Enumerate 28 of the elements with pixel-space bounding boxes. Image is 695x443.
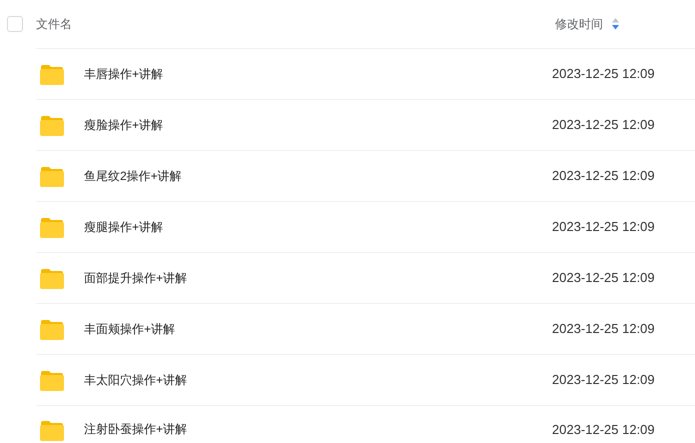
- modified-time: 2023-12-25 12:09: [552, 218, 655, 236]
- folder-icon: [40, 420, 64, 441]
- modified-time: 2023-12-25 12:09: [552, 167, 655, 186]
- file-name[interactable]: 丰太阳穴操作+讲解: [84, 371, 552, 389]
- modified-time: 2023-12-25 12:09: [552, 269, 655, 288]
- column-header: 文件名: [36, 16, 73, 33]
- select-all-checkbox[interactable]: [7, 16, 23, 32]
- folder-icon: [40, 216, 64, 238]
- modified-time: 2023-12-25 12:09: [552, 320, 655, 338]
- modified-time: 2023-12-25 12:09: [552, 371, 655, 390]
- column-header[interactable]: 修改时间: [555, 15, 603, 33]
- file-name[interactable]: 瘦腿操作+讲解: [84, 218, 552, 236]
- folder-icon: [40, 268, 64, 288]
- folder-icon: [40, 318, 64, 340]
- file-name[interactable]: 面部提升操作+讲解: [84, 269, 552, 287]
- folder-icon: [40, 114, 64, 136]
- modified-time: 2023-12-25 12:09: [552, 116, 655, 134]
- file-name[interactable]: 注射卧蚕操作+讲解: [84, 420, 552, 438]
- folder-icon: [40, 64, 64, 84]
- file-name[interactable]: 鱼尾纹2操作+讲解: [84, 167, 552, 185]
- file-name[interactable]: 丰面颊操作+讲解: [84, 320, 552, 338]
- folder-icon: [40, 370, 64, 390]
- folder-icon: [40, 166, 64, 186]
- modified-time: 2023-12-25 12:09: [552, 421, 655, 439]
- modified-time: 2023-12-25 12:09: [552, 65, 655, 84]
- file-name[interactable]: 瘦脸操作+讲解: [84, 116, 552, 134]
- sort-icon[interactable]: [612, 18, 619, 30]
- file-name[interactable]: 丰唇操作+讲解: [84, 65, 552, 83]
